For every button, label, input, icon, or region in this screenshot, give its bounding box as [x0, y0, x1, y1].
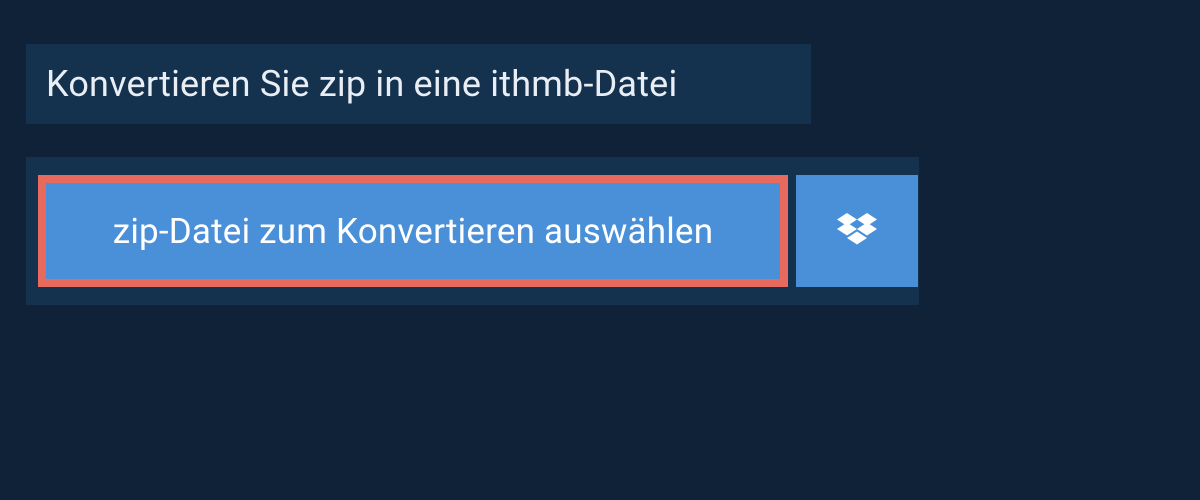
page-title: Konvertieren Sie zip in eine ithmb-Datei	[46, 63, 677, 105]
action-panel: zip-Datei zum Konvertieren auswählen	[26, 157, 919, 305]
select-file-label: zip-Datei zum Konvertieren auswählen	[113, 211, 713, 252]
header-bar: Konvertieren Sie zip in eine ithmb-Datei	[26, 44, 811, 124]
select-file-button[interactable]: zip-Datei zum Konvertieren auswählen	[38, 175, 788, 287]
dropbox-button[interactable]	[796, 175, 918, 287]
dropbox-icon	[837, 213, 877, 249]
page-container: Konvertieren Sie zip in eine ithmb-Datei…	[0, 0, 1200, 500]
